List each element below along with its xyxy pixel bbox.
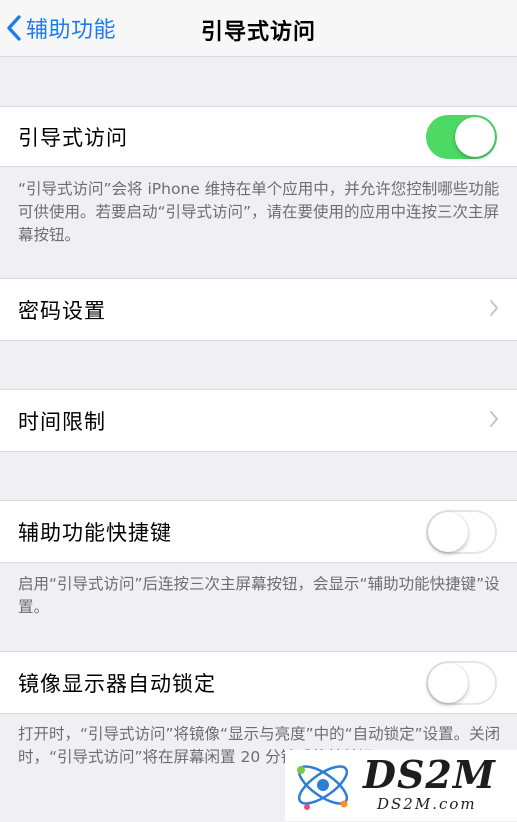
time-limits-label: 时间限制	[18, 409, 106, 434]
page-title: 引导式访问	[200, 20, 316, 45]
guided-access-toggle[interactable]	[426, 114, 497, 159]
watermark-url: DS2M.com	[377, 795, 477, 813]
time-limits-cell[interactable]: 时间限制	[0, 389, 517, 452]
mirror-display-auto-lock-cell: 镜像显示器自动锁定	[0, 651, 517, 714]
toggle-knob	[428, 511, 468, 552]
passcode-settings-cell[interactable]: 密码设置	[0, 278, 517, 341]
navigation-bar: 辅助功能 引导式访问	[0, 0, 517, 57]
accessibility-shortcut-cell: 辅助功能快捷键	[0, 500, 517, 563]
guided-access-label: 引导式访问	[18, 125, 128, 150]
mirror-display-auto-lock-toggle[interactable]	[426, 660, 497, 705]
watermark: DS2M DS2M.com	[285, 750, 517, 821]
accessibility-shortcut-footer: 启用“引导式访问”后连按三次主屏幕按钮，会显示“辅助功能快捷键”设置。	[18, 575, 500, 616]
guided-access-footer: “引导式访问”会将 iPhone 维持在单个应用中，并允许您控制哪些功能可供使用…	[18, 180, 500, 244]
chevron-right-icon	[489, 410, 499, 432]
chevron-right-icon	[489, 299, 499, 321]
accessibility-shortcut-label: 辅助功能快捷键	[18, 520, 172, 545]
toggle-knob	[428, 662, 468, 703]
atom-logo-icon	[291, 752, 355, 822]
mirror-display-auto-lock-label: 镜像显示器自动锁定	[18, 671, 216, 696]
guided-access-cell: 引导式访问	[0, 106, 517, 167]
watermark-brand: DS2M	[363, 752, 496, 797]
passcode-settings-label: 密码设置	[18, 298, 106, 323]
accessibility-shortcut-toggle[interactable]	[426, 509, 497, 554]
toggle-knob	[455, 116, 495, 157]
